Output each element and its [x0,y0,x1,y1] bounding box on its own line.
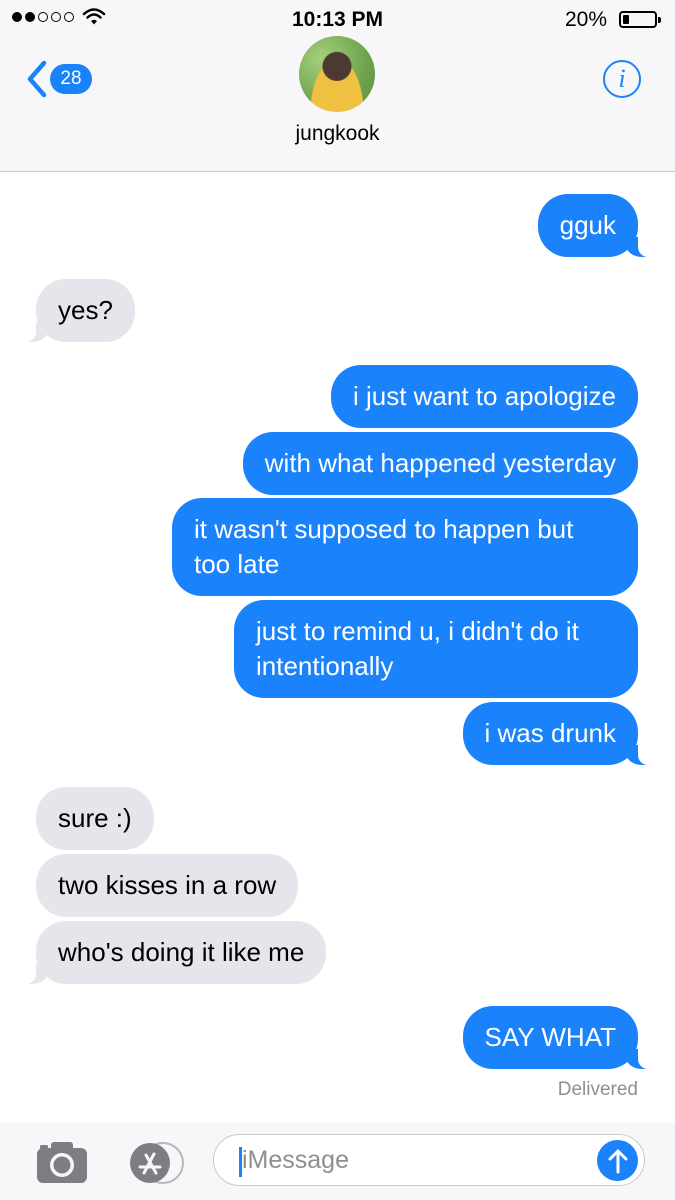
chevron-left-icon [27,60,47,98]
contact-avatar[interactable] [299,36,375,112]
battery-level [623,15,629,24]
send-button[interactable] [597,1140,638,1181]
message-bubble-incoming[interactable]: two kisses in a row [36,854,299,917]
message-thread[interactable]: gguk yes? i just want to apologize with … [0,172,675,1122]
message-bubble-incoming[interactable]: who's doing it like me [15,921,327,984]
message-bubble-incoming[interactable]: yes? [16,279,135,342]
unread-count-badge: 28 [50,64,92,94]
back-button[interactable]: 28 [26,60,92,98]
contact-name[interactable]: jungkook [0,122,675,146]
message-bubble-outgoing[interactable]: it wasn't supposed to happen but too lat… [172,498,638,596]
message-field[interactable] [213,1134,645,1186]
message-bubble-outgoing[interactable]: just to remind u, i didn't do it intenti… [234,600,638,698]
battery-percentage: 20% [564,8,607,31]
message-bubble-incoming[interactable]: sure :) [36,787,154,850]
info-icon: i [618,64,626,93]
app-store-icon[interactable] [123,1142,185,1184]
info-button[interactable]: i [603,60,641,98]
compose-bar [0,1122,675,1200]
message-bubble-outgoing[interactable]: i was drunk [462,702,658,765]
message-input[interactable] [242,1143,572,1177]
message-bubble-outgoing[interactable]: SAY WHAT [462,1006,659,1069]
send-arrow-icon [608,1149,627,1173]
battery-icon [619,11,661,28]
message-bubble-outgoing[interactable]: gguk [537,194,659,257]
status-bar: 10:13 PM 20% [0,0,675,40]
delivery-status: Delivered [557,1079,638,1100]
message-bubble-outgoing[interactable]: with what happened yesterday [242,432,638,495]
message-bubble-outgoing[interactable]: i just want to apologize [330,365,638,428]
camera-icon[interactable] [36,1140,88,1184]
